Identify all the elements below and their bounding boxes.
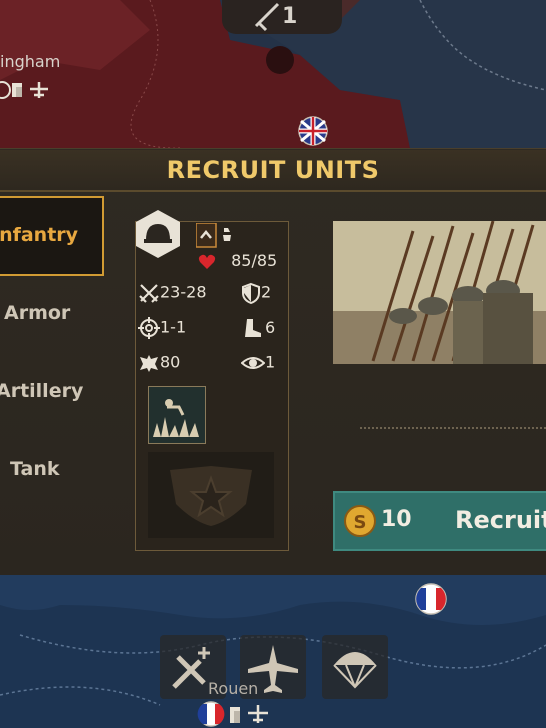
france-flag-icon[interactable] [415, 583, 447, 619]
defense-stat: 2 [241, 282, 272, 305]
heart-icon [198, 254, 216, 269]
city-name-bottom: Rouen [208, 679, 259, 698]
coin-icon: S [344, 505, 376, 537]
tab-infantry-label: Infantry [0, 224, 79, 246]
vision-value: 1 [265, 352, 276, 372]
city-facilities-icon [0, 79, 52, 101]
svg-text:S: S [354, 512, 367, 533]
crosshair-icon [138, 317, 160, 339]
range-value: 1-1 [160, 317, 187, 337]
crossed-swords-icon [139, 284, 159, 303]
map-bottom[interactable]: Rouen [0, 575, 546, 728]
tab-tank-label: Tank [10, 458, 60, 480]
tab-armor[interactable]: Armor [0, 274, 102, 350]
tab-armor-label: Armor [4, 302, 71, 324]
hp-value: 85/85 [231, 251, 278, 270]
fleet-indicator[interactable]: 1 [222, 0, 342, 34]
rank-chevron-icon [195, 222, 240, 253]
city-bottom-facilities [196, 701, 276, 727]
tab-infantry[interactable]: Infantry [0, 196, 104, 276]
attack-stat: 23-28 [138, 282, 207, 304]
recruit-button[interactable]: S 10 Recruit [333, 491, 546, 551]
divider [360, 427, 546, 429]
unit-preview-image [333, 221, 546, 364]
tab-artillery[interactable]: Artillery [0, 352, 102, 428]
hp-stat: 85/85 [198, 251, 277, 270]
city-name-top: ingham [0, 52, 61, 71]
helmet-icon [134, 208, 182, 264]
recruit-label: Recruit [455, 506, 546, 534]
organization-value: 80 [160, 352, 181, 372]
shield-icon [242, 282, 260, 305]
map-top[interactable]: ingham 1 [0, 0, 546, 148]
fleet-count: 1 [282, 4, 298, 29]
star-shield-icon [170, 466, 252, 526]
uk-flag-icon[interactable] [298, 116, 328, 148]
paratrooper-action-button[interactable] [322, 635, 388, 699]
recruit-cost: 10 [381, 507, 412, 532]
attack-value: 23-28 [160, 282, 207, 302]
movement-value: 6 [265, 317, 276, 337]
organization-stat: 80 [138, 352, 180, 374]
empty-skill-slot[interactable] [148, 452, 274, 538]
vision-stat: 1 [240, 352, 276, 374]
terrain-skill-icon[interactable] [148, 386, 206, 444]
eye-icon [240, 357, 266, 369]
tab-artillery-label: Artillery [0, 380, 84, 402]
movement-stat: 6 [241, 317, 275, 339]
tab-tank[interactable]: Tank [0, 430, 102, 506]
defense-value: 2 [261, 282, 272, 302]
eagle-icon [140, 355, 158, 372]
boot-icon [245, 319, 261, 337]
parachute-icon [333, 652, 377, 689]
range-stat: 1-1 [138, 317, 186, 339]
panel-title: RECRUIT UNITS [0, 150, 546, 192]
